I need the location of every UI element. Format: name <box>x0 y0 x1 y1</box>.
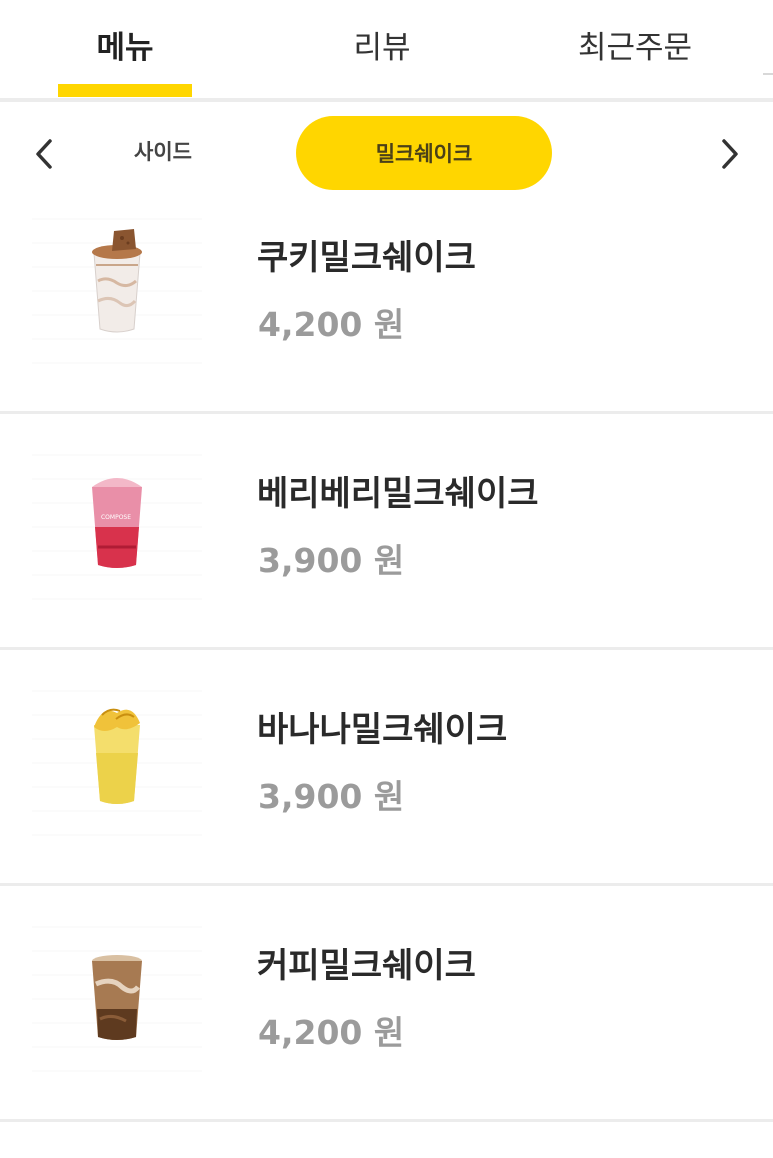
category-label: 밀크쉐이크 <box>375 142 473 166</box>
coffee-milkshake-image <box>32 904 202 1074</box>
banana-milkshake-image <box>32 668 202 838</box>
active-tab-indicator <box>58 84 192 97</box>
item-price: 4,200 원 <box>258 1013 405 1052</box>
item-name: 쿠키밀크쉐이크 <box>257 238 476 278</box>
menu-item-coffee-milkshake[interactable]: 커피밀크쉐이크 4,200 원 <box>0 886 773 1122</box>
tab-review[interactable]: 리뷰 <box>315 28 449 68</box>
svg-text:COMPOSE: COMPOSE <box>101 514 131 521</box>
item-name: 커피밀크쉐이크 <box>257 946 476 986</box>
category-side[interactable]: 사이드 <box>108 136 218 166</box>
tab-recent-orders[interactable]: 최근주문 <box>560 28 710 68</box>
chevron-left-icon[interactable] <box>24 134 64 174</box>
menu-item-berry-milkshake[interactable]: COMPOSE 베리베리밀크쉐이크 3,900 원 <box>0 414 773 650</box>
item-name: 베리베리밀크쉐이크 <box>257 474 539 514</box>
item-price: 4,200 원 <box>258 305 405 344</box>
cookie-milkshake-image <box>32 196 202 366</box>
item-price: 3,900 원 <box>258 777 405 816</box>
menu-item-cookie-milkshake[interactable]: 쿠키밀크쉐이크 4,200 원 <box>0 178 773 414</box>
top-tab-bar: 메뉴 리뷰 최근주문 <box>0 0 773 102</box>
tab-menu[interactable]: 메뉴 <box>58 28 192 68</box>
berry-milkshake-image: COMPOSE <box>32 432 202 602</box>
item-price: 3,900 원 <box>258 541 405 580</box>
chevron-right-icon[interactable] <box>710 134 750 174</box>
menu-item-banana-milkshake[interactable]: 바나나밀크쉐이크 3,900 원 <box>0 650 773 886</box>
item-name: 바나나밀크쉐이크 <box>257 710 508 750</box>
divider <box>763 73 773 75</box>
